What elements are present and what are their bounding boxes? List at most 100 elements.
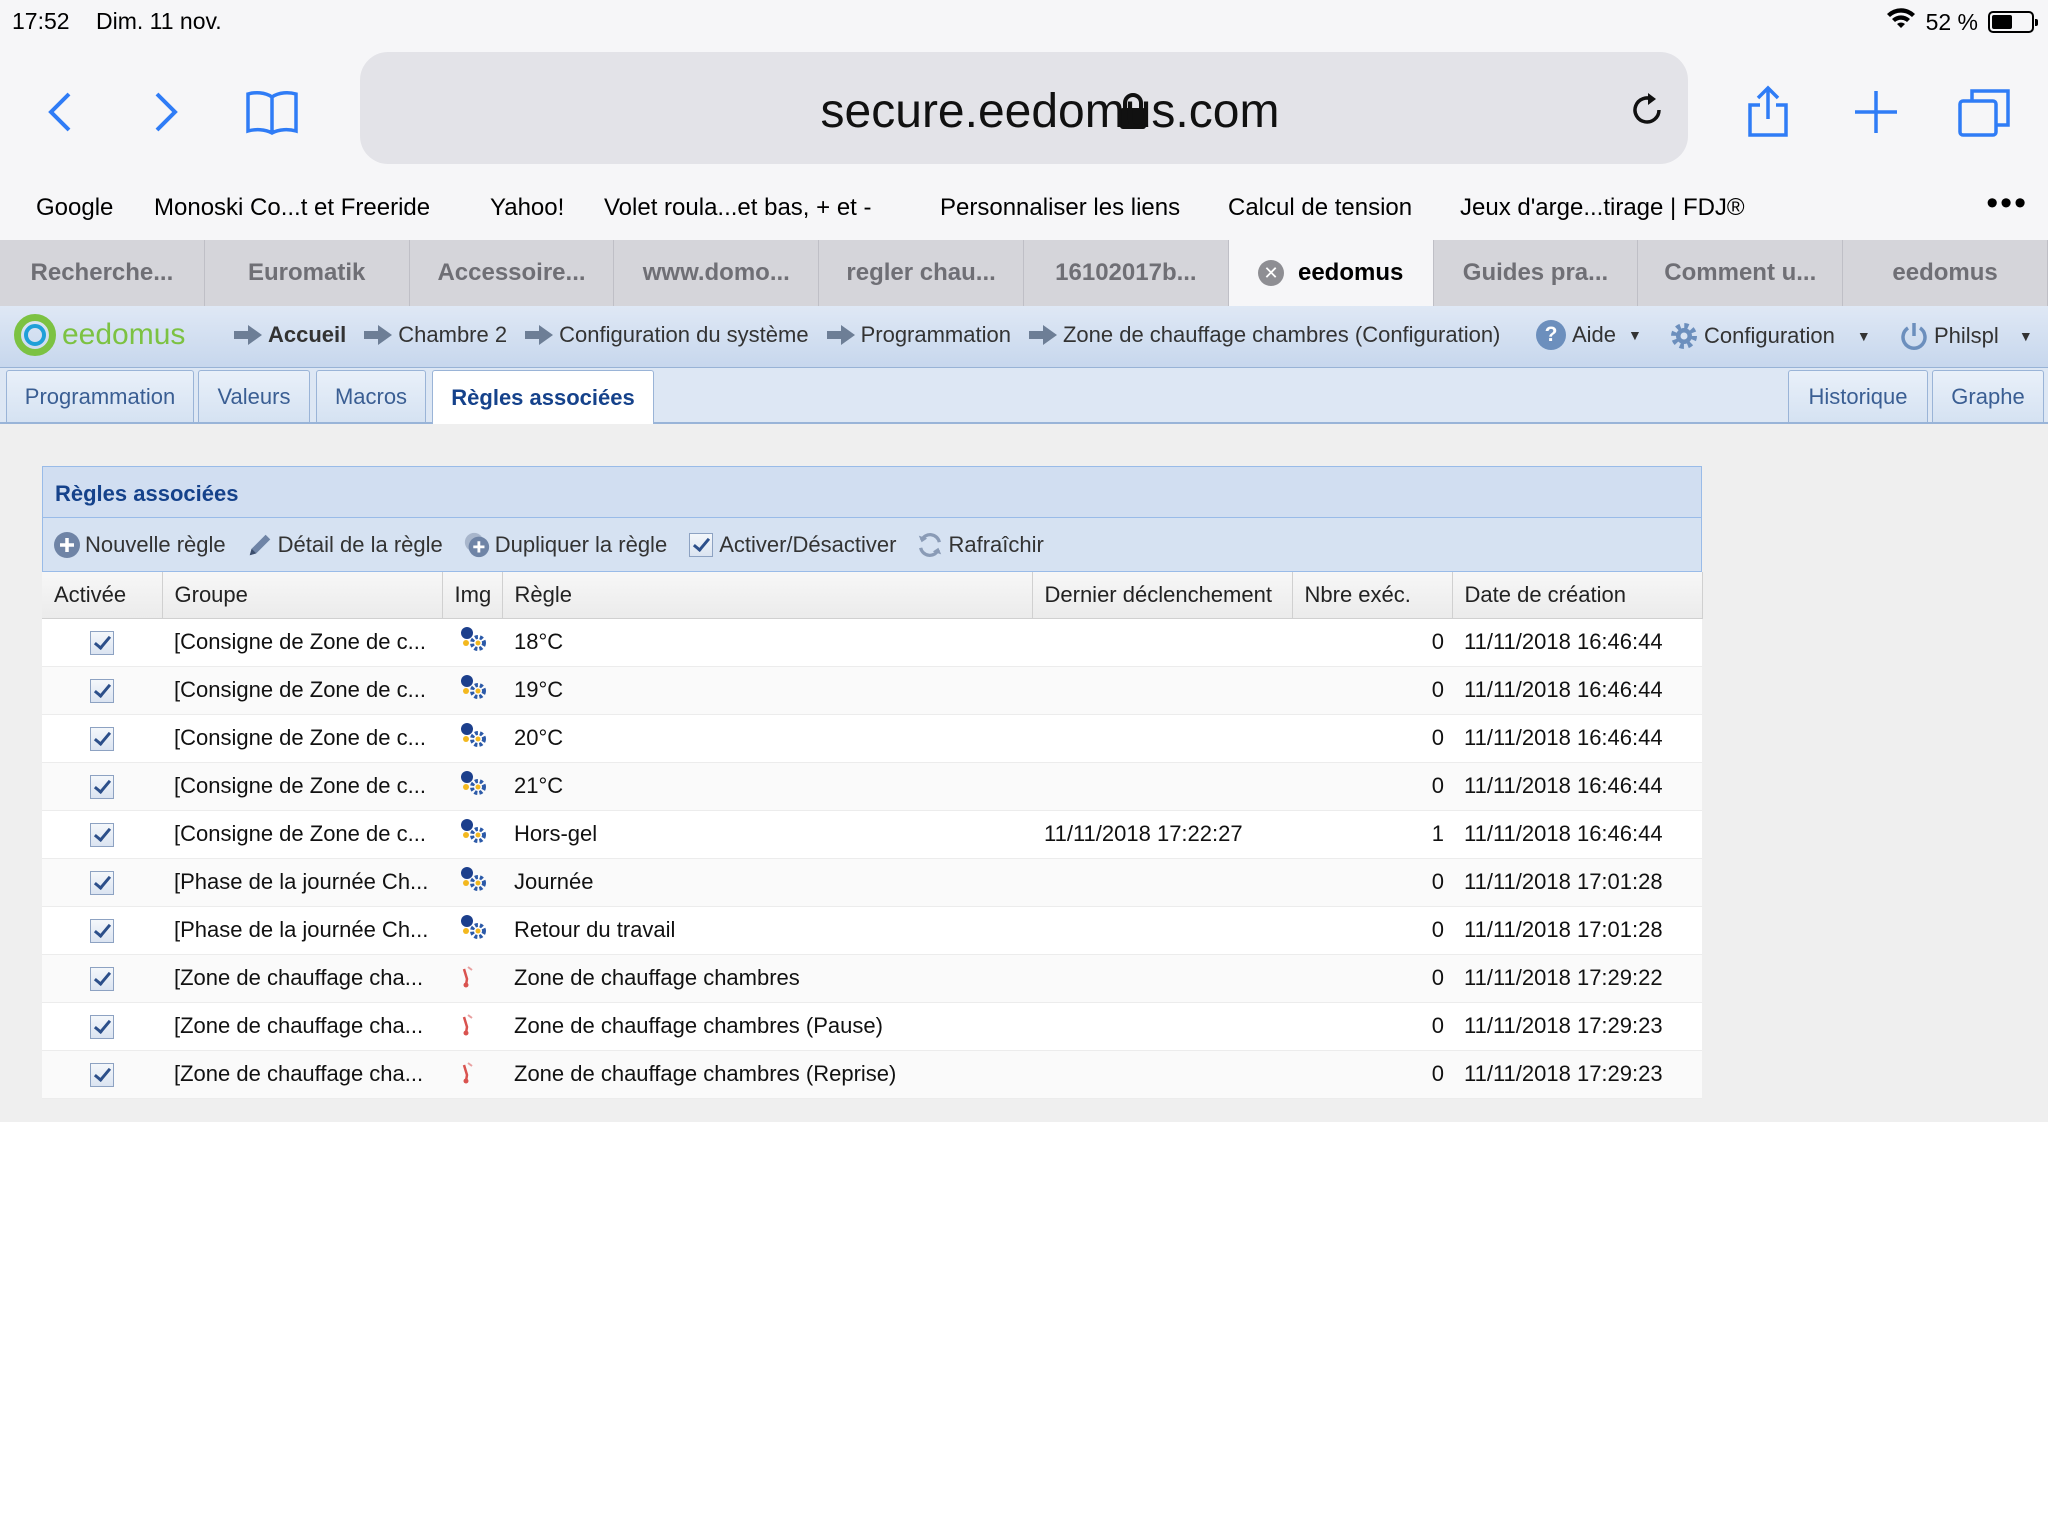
enabled-cell [42, 954, 162, 1003]
bookmark-item[interactable]: Monoski Co...t et Freeride [154, 194, 430, 222]
tab-regles-associees[interactable]: Règles associées [432, 370, 654, 424]
toggle-rule-button[interactable]: Activer/Désactiver [687, 531, 896, 559]
tab-macros[interactable]: Macros [316, 370, 426, 422]
enabled-checkbox[interactable] [90, 679, 114, 704]
table-row[interactable]: [Zone de chauffage cha... Zone de chauffa… [42, 1050, 1702, 1099]
rule-cell: 18°C [502, 618, 1032, 667]
exec-count-cell: 0 [1292, 666, 1452, 715]
breadcrumb-item[interactable]: Accueil [234, 322, 346, 348]
thermometer-icon [442, 1002, 502, 1051]
table-row[interactable]: [Consigne de Zone de c... 18°C 0 11/11/2018… [42, 618, 1702, 667]
browser-tab[interactable]: 16102017b... [1024, 240, 1229, 306]
browser-tab[interactable]: regler chau... [819, 240, 1024, 306]
arrow-right-icon [234, 325, 262, 345]
column-header[interactable]: Date de création [1452, 572, 1703, 619]
browser-tab-active[interactable]: ✕ eedomus [1228, 240, 1434, 306]
rule-cell: 20°C [502, 714, 1032, 763]
enabled-checkbox[interactable] [90, 631, 114, 656]
rule-cell: Zone de chauffage chambres (Reprise) [502, 1050, 1032, 1099]
browser-tab[interactable]: Recherche... [0, 240, 205, 306]
refresh-icon [916, 531, 944, 559]
browser-tab[interactable]: www.domo... [614, 240, 820, 306]
breadcrumb-item[interactable]: Programmation [826, 322, 1011, 348]
column-header[interactable]: Img [442, 572, 503, 619]
exec-count-cell: 0 [1292, 906, 1452, 955]
module-tabs: Programmation Valeurs Macros Règles asso… [0, 368, 2048, 424]
refresh-button[interactable]: Rafraîchir [916, 531, 1044, 559]
tabs-overview-icon[interactable] [1954, 82, 2014, 142]
duplicate-icon [463, 531, 491, 559]
tab-graphe[interactable]: Graphe [1932, 370, 2044, 422]
table-row[interactable]: [Consigne de Zone de c... Hors-gel 11/11/2… [42, 810, 1702, 859]
browser-tab[interactable]: Euromatik [205, 240, 410, 306]
exec-count-cell: 0 [1292, 954, 1452, 1003]
bookmark-item[interactable]: Jeux d'arge...tirage | FDJ® [1460, 194, 1745, 222]
bookmark-item[interactable]: Google [36, 194, 113, 222]
rule-cell: Zone de chauffage chambres (Pause) [502, 1002, 1032, 1051]
group-cell: [Zone de chauffage cha... [162, 1050, 442, 1099]
rule-cell: 21°C [502, 762, 1032, 811]
created-date-cell: 11/11/2018 17:29:23 [1452, 1050, 1702, 1099]
checkbox-icon [687, 531, 715, 559]
table-row[interactable]: [Consigne de Zone de c... 21°C 0 11/11/2018… [42, 762, 1702, 811]
gear-rule-icon [442, 666, 502, 715]
table-row[interactable]: [Consigne de Zone de c... 19°C 0 11/11/2018… [42, 666, 1702, 715]
enabled-checkbox[interactable] [90, 871, 114, 896]
created-date-cell: 11/11/2018 16:46:44 [1452, 666, 1702, 715]
tab-valeurs[interactable]: Valeurs [198, 370, 310, 422]
rule-cell: 19°C [502, 666, 1032, 715]
group-cell: [Zone de chauffage cha... [162, 954, 442, 1003]
exec-count-cell: 0 [1292, 858, 1452, 907]
back-button[interactable] [30, 82, 90, 142]
table-row[interactable]: [Consigne de Zone de c... 20°C 0 11/11/2018… [42, 714, 1702, 763]
config-menu[interactable]: Configuration ▼ [1668, 320, 1871, 352]
eedomus-logo[interactable]: eedomus [14, 314, 185, 356]
column-header[interactable]: Dernier déclenchement [1032, 572, 1293, 619]
table-row[interactable]: [Zone de chauffage cha... Zone de chauffa… [42, 954, 1702, 1003]
enabled-checkbox[interactable] [90, 727, 114, 752]
close-tab-icon[interactable]: ✕ [1257, 260, 1284, 286]
gear-rule-icon [442, 906, 502, 955]
column-header[interactable]: Règle [502, 572, 1033, 619]
bookmarks-icon[interactable] [240, 82, 304, 142]
tab-historique[interactable]: Historique [1788, 370, 1928, 422]
column-header[interactable]: Groupe [162, 572, 443, 619]
table-row[interactable]: [Phase de la journée Ch... Journée 0 11/11/… [42, 858, 1702, 907]
bookmark-item[interactable]: Personnaliser les liens [940, 194, 1180, 222]
column-header[interactable]: Nbre exéc. [1292, 572, 1453, 619]
more-icon[interactable]: ••• [1986, 184, 2028, 223]
enabled-checkbox[interactable] [90, 775, 114, 800]
tab-programmation[interactable]: Programmation [6, 370, 194, 422]
enabled-checkbox[interactable] [90, 823, 114, 848]
column-header[interactable]: Activée [42, 572, 163, 619]
breadcrumb-item[interactable]: Zone de chauffage chambres (Configuratio… [1028, 322, 1500, 348]
address-bar[interactable]: secure.eedomus.com [360, 52, 1688, 164]
bookmark-item[interactable]: Yahoo! [490, 194, 564, 222]
table-row[interactable]: [Zone de chauffage cha... Zone de chauffa… [42, 1002, 1702, 1051]
group-cell: [Consigne de Zone de c... [162, 666, 442, 715]
rule-detail-button[interactable]: Détail de la règle [246, 531, 443, 559]
enabled-cell [42, 762, 162, 811]
enabled-checkbox[interactable] [90, 919, 114, 944]
new-rule-button[interactable]: Nouvelle règle [53, 531, 226, 559]
new-tab-icon[interactable] [1846, 82, 1906, 142]
enabled-cell [42, 1050, 162, 1099]
reload-icon[interactable] [1630, 88, 1664, 133]
enabled-checkbox[interactable] [90, 1015, 114, 1040]
enabled-checkbox[interactable] [90, 967, 114, 992]
table-row[interactable]: [Phase de la journée Ch... Retour du trav… [42, 906, 1702, 955]
browser-tab[interactable]: Accessoire... [410, 240, 615, 306]
duplicate-rule-button[interactable]: Dupliquer la règle [463, 531, 667, 559]
browser-tab[interactable]: eedomus [1843, 240, 2048, 306]
enabled-checkbox[interactable] [90, 1063, 114, 1088]
forward-button[interactable] [136, 82, 196, 142]
browser-tab[interactable]: Comment u... [1638, 240, 1844, 306]
breadcrumb-item[interactable]: Configuration du système [525, 322, 809, 348]
bookmark-item[interactable]: Calcul de tension [1228, 194, 1412, 222]
bookmark-item[interactable]: Volet roula...et bas, + et - [604, 194, 872, 222]
breadcrumb-item[interactable]: Chambre 2 [364, 322, 507, 348]
browser-tab[interactable]: Guides pra... [1434, 240, 1639, 306]
share-icon[interactable] [1738, 82, 1798, 142]
help-menu[interactable]: ? Aide ▼ [1536, 320, 1642, 350]
user-menu[interactable]: Philspl ▼ [1898, 320, 2033, 352]
